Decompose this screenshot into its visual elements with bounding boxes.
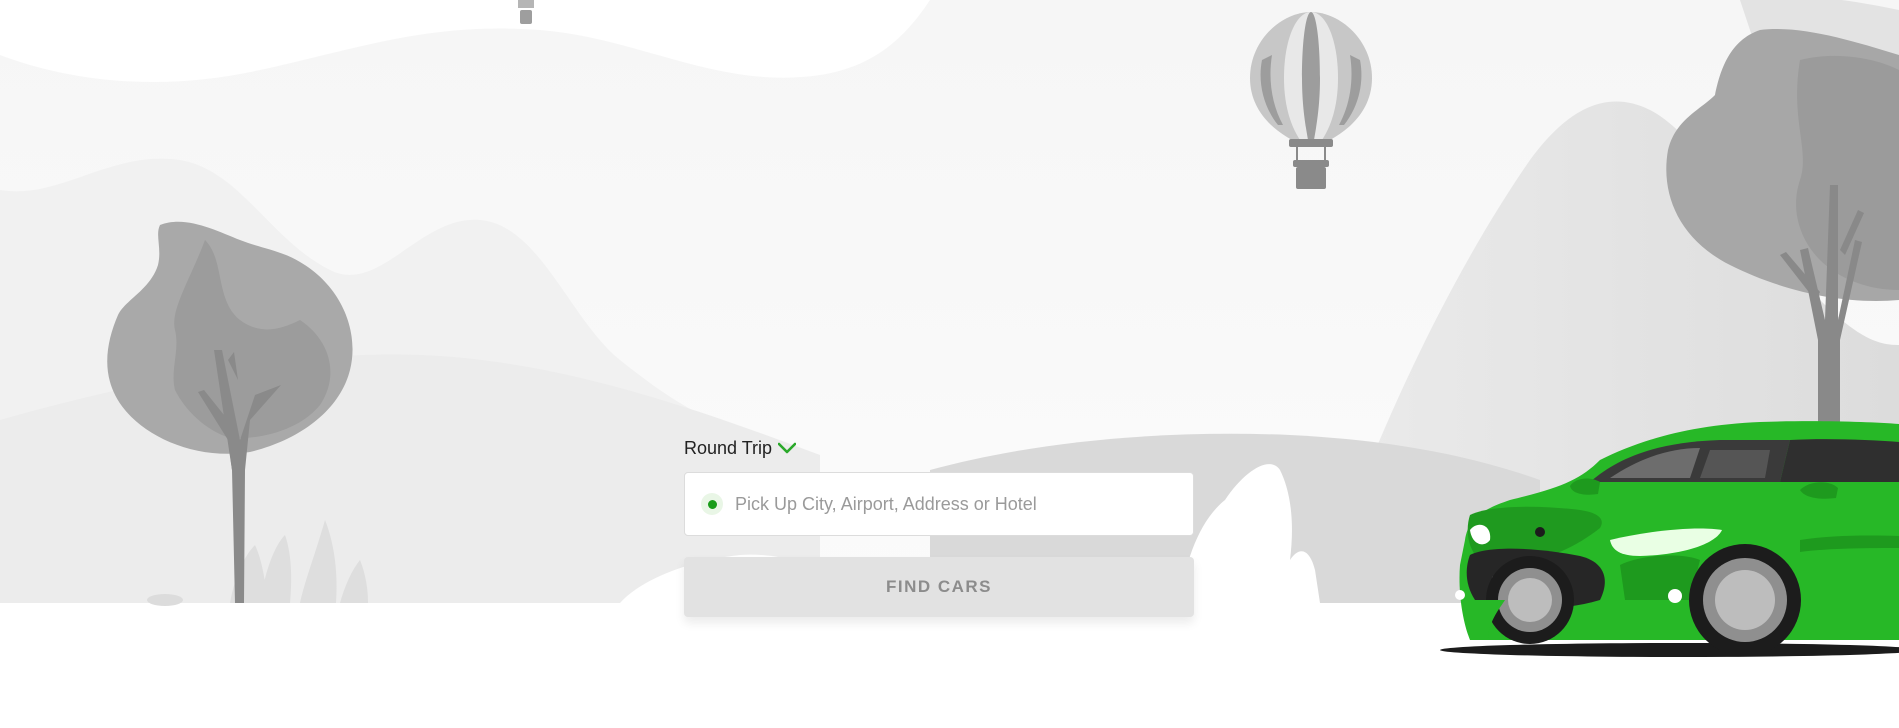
pickup-location-field[interactable] [684, 472, 1194, 536]
trip-type-label: Round Trip [684, 437, 773, 458]
hot-air-balloon-icon [518, 0, 534, 24]
chevron-down-icon [778, 442, 797, 454]
hero-section: Round Trip FIND CARS [0, 0, 1899, 728]
find-cars-button[interactable]: FIND CARS [684, 557, 1194, 617]
landscape-illustration [0, 0, 1899, 728]
pickup-location-input[interactable] [733, 492, 1181, 516]
location-dot-icon [701, 493, 723, 515]
car-search-form: Round Trip FIND CARS [684, 434, 1194, 617]
trip-type-dropdown[interactable]: Round Trip [684, 434, 797, 462]
